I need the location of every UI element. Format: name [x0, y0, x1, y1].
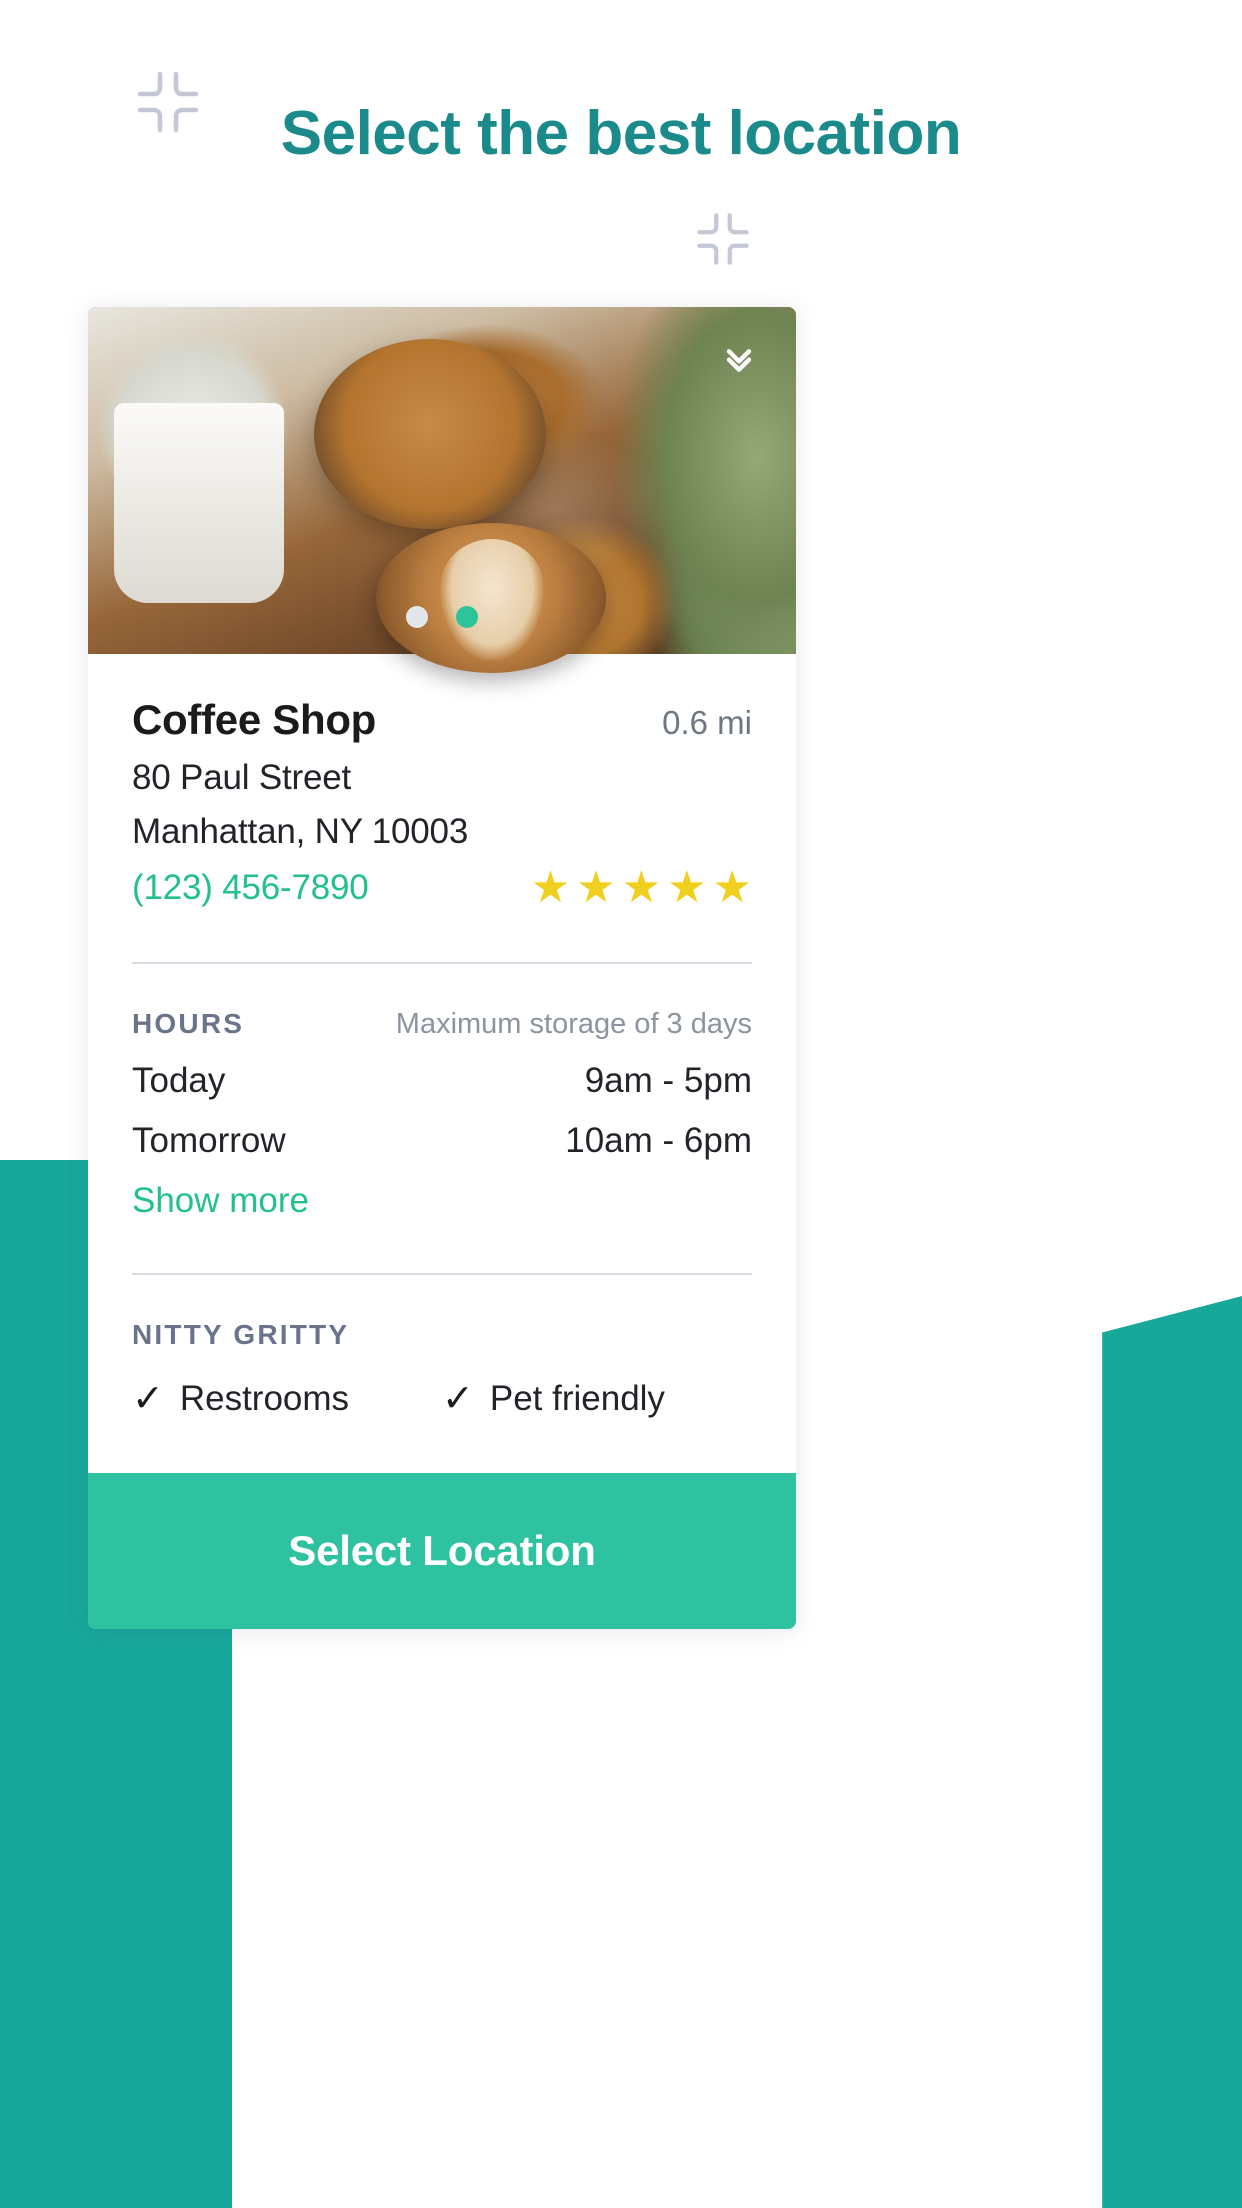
hours-row: Tomorrow 10am - 6pm — [132, 1121, 752, 1161]
divider-nitty-gritty — [132, 1273, 752, 1275]
check-icon: ✓ — [132, 1378, 164, 1420]
photo-carousel-dot-1[interactable] — [406, 606, 428, 628]
rating-star: ★ — [530, 863, 571, 912]
location-card: Coffee Shop 0.6 mi 80 Paul Street Manhat… — [88, 307, 796, 1629]
nitty-gritty-section-title: NITTY GRITTY — [132, 1319, 350, 1350]
shop-address-line-1: 80 Paul Street — [132, 758, 352, 797]
shop-title-row: Coffee Shop 0.6 mi — [132, 696, 752, 744]
hours-day-label: Tomorrow — [132, 1121, 286, 1160]
header: Select the best location — [0, 0, 1242, 300]
photo-detail-planter — [114, 403, 284, 603]
feature-label: Pet friendly — [489, 1379, 665, 1418]
feature-label: Restrooms — [179, 1379, 350, 1418]
rating-star: ★ — [576, 863, 616, 912]
shop-name: Coffee Shop — [132, 696, 377, 743]
hours-day-label: Today — [132, 1061, 226, 1100]
photo-carousel-dot-2[interactable] — [456, 606, 478, 628]
photo-carousel-dots — [406, 606, 478, 628]
card-body: Coffee Shop 0.6 mi 80 Paul Street Manhat… — [88, 654, 796, 1473]
photo-detail-cup-back — [314, 339, 546, 529]
hours-header-row: HOURS Maximum storage of 3 days — [132, 1008, 752, 1041]
double-chevron-down-icon[interactable] — [718, 337, 760, 379]
background-block-right — [1102, 1296, 1242, 2208]
show-more-hours-link[interactable]: Show more — [132, 1181, 309, 1221]
hours-time-value: 10am - 6pm — [565, 1121, 752, 1160]
rating-star: ★ — [621, 863, 662, 912]
expand-cross-icon-right — [696, 212, 750, 266]
feature-restrooms: ✓ Restrooms — [132, 1379, 442, 1419]
divider-hours — [132, 962, 752, 964]
storage-note: Maximum storage of 3 days — [395, 1008, 752, 1040]
select-location-button[interactable]: Select Location — [88, 1473, 796, 1629]
nitty-gritty-header-row: NITTY GRITTY — [132, 1319, 752, 1351]
star-rating: ★ ★ ★ ★ ★ — [531, 866, 752, 910]
shop-phone-link[interactable]: (123) 456-7890 — [132, 868, 369, 908]
check-icon: ✓ — [442, 1378, 474, 1420]
hours-row: Today 9am - 5pm — [132, 1061, 752, 1101]
hours-section-title: HOURS — [132, 1008, 245, 1039]
features-grid: ✓ Restrooms ✓ Pet friendly — [132, 1379, 752, 1473]
location-photo[interactable] — [88, 307, 796, 673]
shop-address-line-2: Manhattan, NY 10003 — [132, 812, 469, 851]
rating-star: ★ — [712, 863, 752, 912]
page-title: Select the best location — [280, 99, 962, 168]
phone-and-rating-row: (123) 456-7890 ★ ★ ★ ★ ★ — [132, 866, 752, 910]
shop-distance: 0.6 mi — [662, 704, 752, 741]
hours-time-value: 9am - 5pm — [584, 1061, 752, 1100]
rating-star: ★ — [667, 863, 707, 912]
feature-pet-friendly: ✓ Pet friendly — [442, 1379, 752, 1419]
